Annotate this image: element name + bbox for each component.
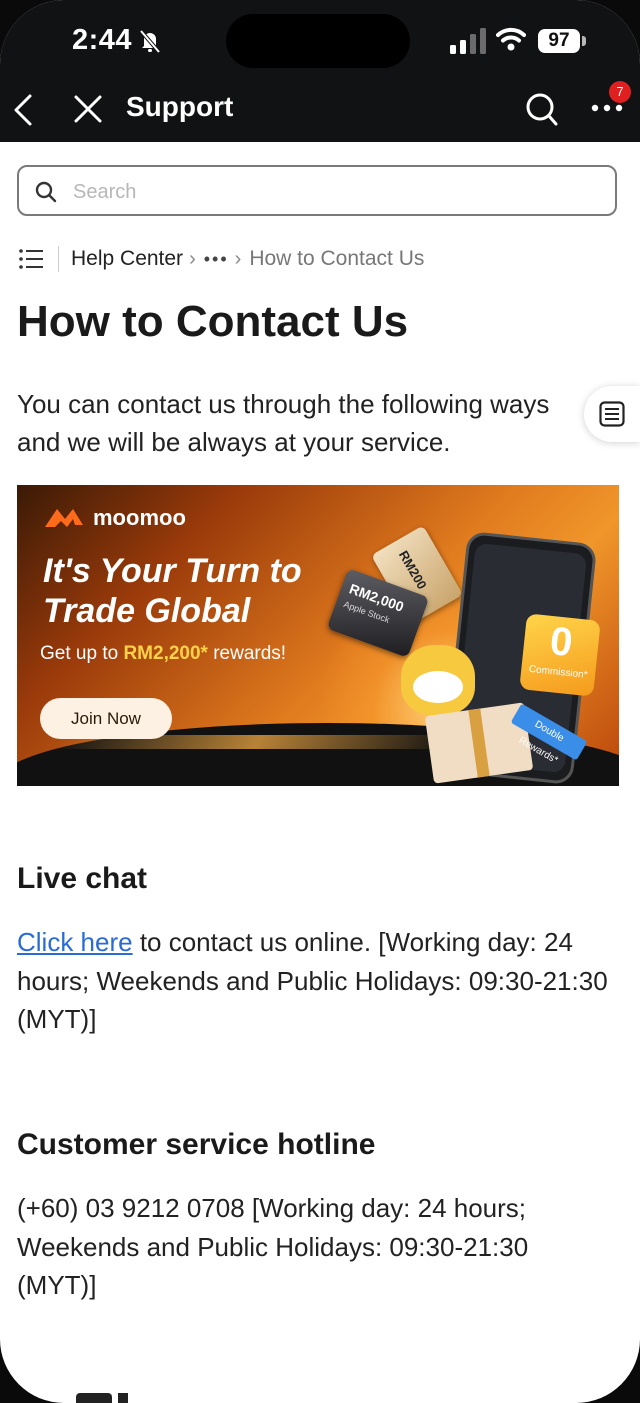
breadcrumb: Help Center › ••• › How to Contact Us bbox=[18, 244, 424, 274]
breadcrumb-separator: › bbox=[189, 247, 196, 270]
dynamic-island bbox=[226, 14, 410, 68]
page-title: How to Contact Us bbox=[17, 297, 409, 346]
mascot-face bbox=[413, 671, 463, 703]
breadcrumb-help-center[interactable]: Help Center bbox=[71, 247, 183, 271]
breadcrumb-ellipsis[interactable]: ••• bbox=[204, 249, 229, 270]
search-icon[interactable] bbox=[524, 90, 560, 128]
mascot-illustration bbox=[401, 645, 475, 715]
toc-icon bbox=[599, 401, 625, 427]
search-input[interactable] bbox=[71, 175, 595, 209]
top-bar: 2:44 97 Support 7 bbox=[0, 0, 640, 142]
status-time: 2:44 bbox=[72, 24, 133, 56]
banner-sub-suffix: rewards! bbox=[207, 643, 287, 664]
breadcrumb-divider bbox=[58, 246, 59, 272]
breadcrumb-separator: › bbox=[234, 247, 242, 270]
join-now-button[interactable]: Join Now bbox=[40, 698, 172, 739]
search-field[interactable] bbox=[17, 165, 617, 216]
next-heading-fragment bbox=[118, 1393, 128, 1403]
notification-badge: 7 bbox=[609, 81, 631, 103]
zero-commission-value: 0 bbox=[547, 619, 575, 666]
toc-button[interactable] bbox=[584, 386, 640, 442]
wifi-icon bbox=[496, 27, 526, 51]
battery-icon: 97 bbox=[538, 29, 580, 53]
zero-commission-tile: 0 Commission* bbox=[519, 613, 601, 697]
screen: 2:44 97 Support 7 Search Help Center › •… bbox=[0, 0, 640, 1403]
brand-name: moomoo bbox=[93, 505, 186, 530]
bell-muted-icon bbox=[139, 29, 161, 54]
brand-logo: moomoo bbox=[43, 505, 186, 531]
intro-text: You can contact us through the following… bbox=[17, 389, 550, 457]
banner-headline-line1: It's Your Turn to bbox=[43, 552, 302, 590]
nav-title: Support bbox=[126, 91, 234, 122]
close-icon[interactable] bbox=[72, 92, 104, 126]
reward-card-small-label: RM200 bbox=[395, 547, 430, 592]
banner-headline-line2: Trade Global bbox=[43, 592, 251, 630]
section-heading-live-chat: Live chat bbox=[17, 862, 148, 895]
banner-headline: It's Your Turn to Trade Global bbox=[43, 551, 343, 631]
section-body-live-chat: Click here to contact us online. [Workin… bbox=[17, 923, 613, 1039]
click-here-link[interactable]: Click here bbox=[17, 927, 133, 957]
next-heading-fragment bbox=[76, 1393, 112, 1403]
moomoo-logo-icon bbox=[45, 509, 83, 527]
signal-icon bbox=[450, 28, 486, 54]
section-body-hotline: (+60) 03 9212 0708 [Working day: 24 hour… bbox=[17, 1193, 529, 1300]
back-arrow-icon[interactable] bbox=[8, 90, 42, 130]
promo-banner[interactable]: moomoo It's Your Turn to Trade Global Ge… bbox=[17, 485, 619, 786]
banner-subtitle: Get up to RM2,200* rewards! bbox=[40, 643, 286, 665]
search-icon bbox=[35, 181, 57, 203]
section-heading-hotline: Customer service hotline bbox=[17, 1128, 376, 1161]
device-frame: 2:44 97 Support 7 Search Help Center › •… bbox=[0, 0, 640, 1403]
banner-sub-highlight: RM2,200* bbox=[123, 643, 208, 664]
breadcrumb-current: How to Contact Us bbox=[249, 247, 425, 270]
banner-sub-prefix: Get up to bbox=[40, 643, 124, 664]
battery-nub bbox=[582, 36, 586, 46]
list-icon[interactable] bbox=[18, 248, 44, 270]
